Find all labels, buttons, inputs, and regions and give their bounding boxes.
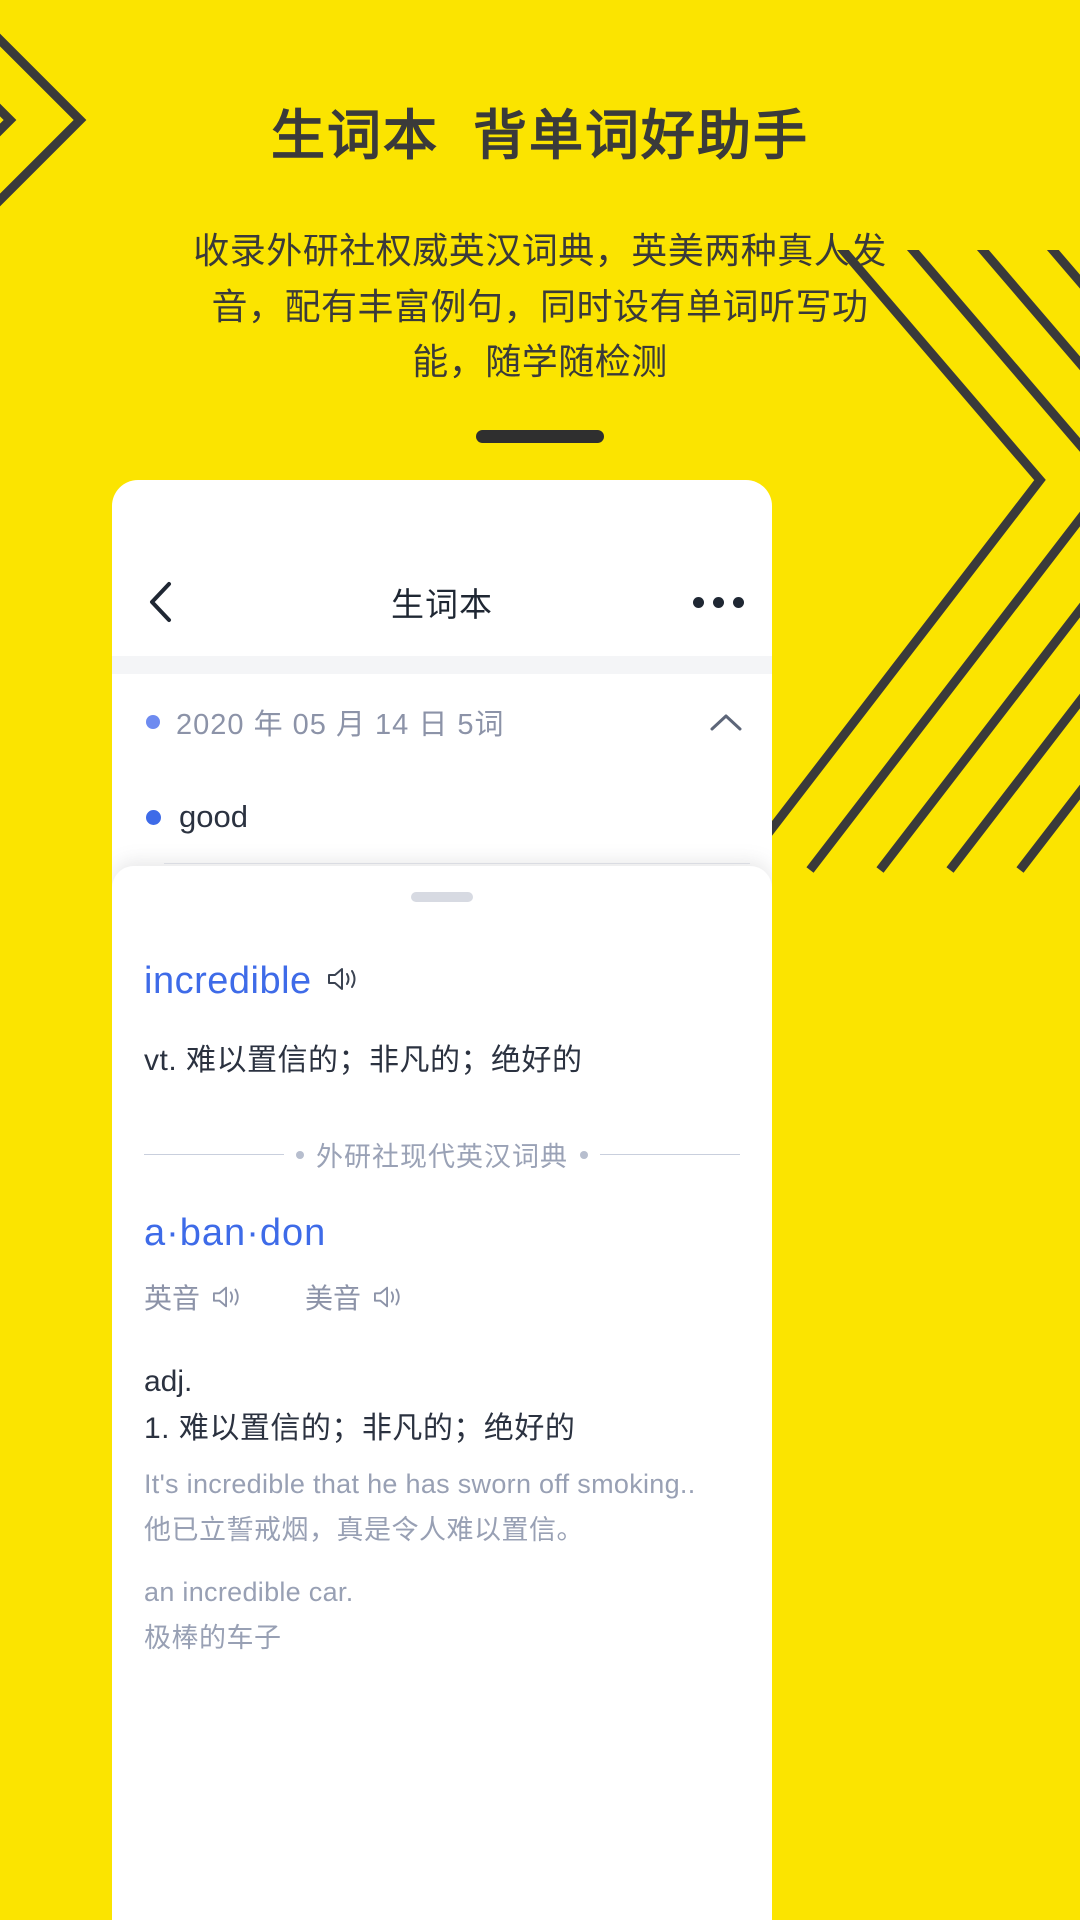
syllable-label: a·ban·don bbox=[144, 1212, 327, 1254]
divider-line bbox=[144, 1154, 284, 1155]
example-en: an incredible car. bbox=[144, 1577, 354, 1607]
sense-label: 1. 难以置信的；非凡的；绝好的 bbox=[144, 1412, 576, 1445]
example-zh: 极棒的车子 bbox=[144, 1623, 282, 1653]
speaker-icon bbox=[213, 1286, 239, 1308]
speaker-icon bbox=[327, 968, 356, 990]
more-horizontal-icon bbox=[733, 596, 744, 608]
more-options-button[interactable] bbox=[693, 596, 744, 608]
example-zh: 他已立誓戒烟，真是令人难以置信。 bbox=[144, 1515, 584, 1545]
hero-subtitle: 收录外研社权威英汉词典，英美两种真人发音，配有丰富例句，同时设有单词听写功能，随… bbox=[193, 229, 887, 383]
example-block: It's incredible that he has sworn off sm… bbox=[144, 1469, 740, 1547]
more-horizontal-icon bbox=[713, 596, 724, 608]
drag-handle[interactable] bbox=[411, 892, 473, 902]
word-detail-sheet: incredible vt. 难以置信的；非凡的；绝好的 外研社现代英汉词典 a… bbox=[112, 866, 772, 1920]
divider-dot-icon bbox=[580, 1150, 588, 1159]
app-navbar: 生词本 bbox=[112, 548, 772, 656]
speaker-icon bbox=[374, 1286, 400, 1308]
navbar-title: 生词本 bbox=[391, 586, 493, 623]
example-en: It's incredible that he has sworn off sm… bbox=[144, 1469, 696, 1499]
navbar-separator bbox=[112, 656, 772, 674]
group-dot-icon bbox=[146, 715, 160, 729]
part-of-speech-label: adj. bbox=[144, 1365, 193, 1398]
pronunciation-row: 英音 美音 bbox=[144, 1277, 740, 1317]
chevron-left-icon bbox=[150, 582, 171, 622]
divider-dot-icon bbox=[296, 1150, 304, 1159]
us-pronunciation-label: 美音 bbox=[305, 1283, 362, 1314]
headword-speaker-button[interactable] bbox=[326, 964, 360, 999]
back-button[interactable] bbox=[138, 580, 182, 624]
page-title: 生词本 背单词好助手 bbox=[270, 106, 809, 166]
headword-row: incredible bbox=[144, 960, 740, 1003]
word-bullet-icon bbox=[146, 809, 161, 825]
uk-pronunciation-label: 英音 bbox=[144, 1283, 201, 1314]
dictionary-source-label: 外研社现代英汉词典 bbox=[316, 1142, 568, 1172]
date-group-header[interactable]: 2020 年 05 月 14 日 5词 bbox=[112, 674, 772, 770]
collapse-group-button[interactable] bbox=[708, 704, 744, 740]
date-group-label: 2020 年 05 月 14 日 5词 bbox=[176, 709, 505, 741]
hero-section: 生词本 背单词好助手 收录外研社权威英汉词典，英美两种真人发音，配有丰富例句，同… bbox=[0, 104, 1080, 444]
more-horizontal-icon bbox=[693, 596, 704, 608]
list-item[interactable]: good bbox=[112, 770, 772, 864]
headword-label: incredible bbox=[144, 960, 312, 1002]
example-block: an incredible car. 极棒的车子 bbox=[144, 1577, 740, 1655]
uk-pronunciation-button[interactable]: 英音 bbox=[144, 1277, 243, 1317]
us-pronunciation-button[interactable]: 美音 bbox=[305, 1277, 404, 1317]
dictionary-source-divider: 外研社现代英汉词典 bbox=[144, 1135, 740, 1174]
divider-line bbox=[600, 1154, 740, 1155]
hero-divider bbox=[476, 430, 604, 444]
top-definition: vt. 难以置信的；非凡的；绝好的 bbox=[144, 1044, 583, 1077]
phone-mockup: 生词本 2020 年 05 月 14 日 5词 good incredible … bbox=[112, 480, 772, 1920]
word-label: good bbox=[179, 799, 248, 834]
chevron-up-icon bbox=[710, 714, 742, 731]
